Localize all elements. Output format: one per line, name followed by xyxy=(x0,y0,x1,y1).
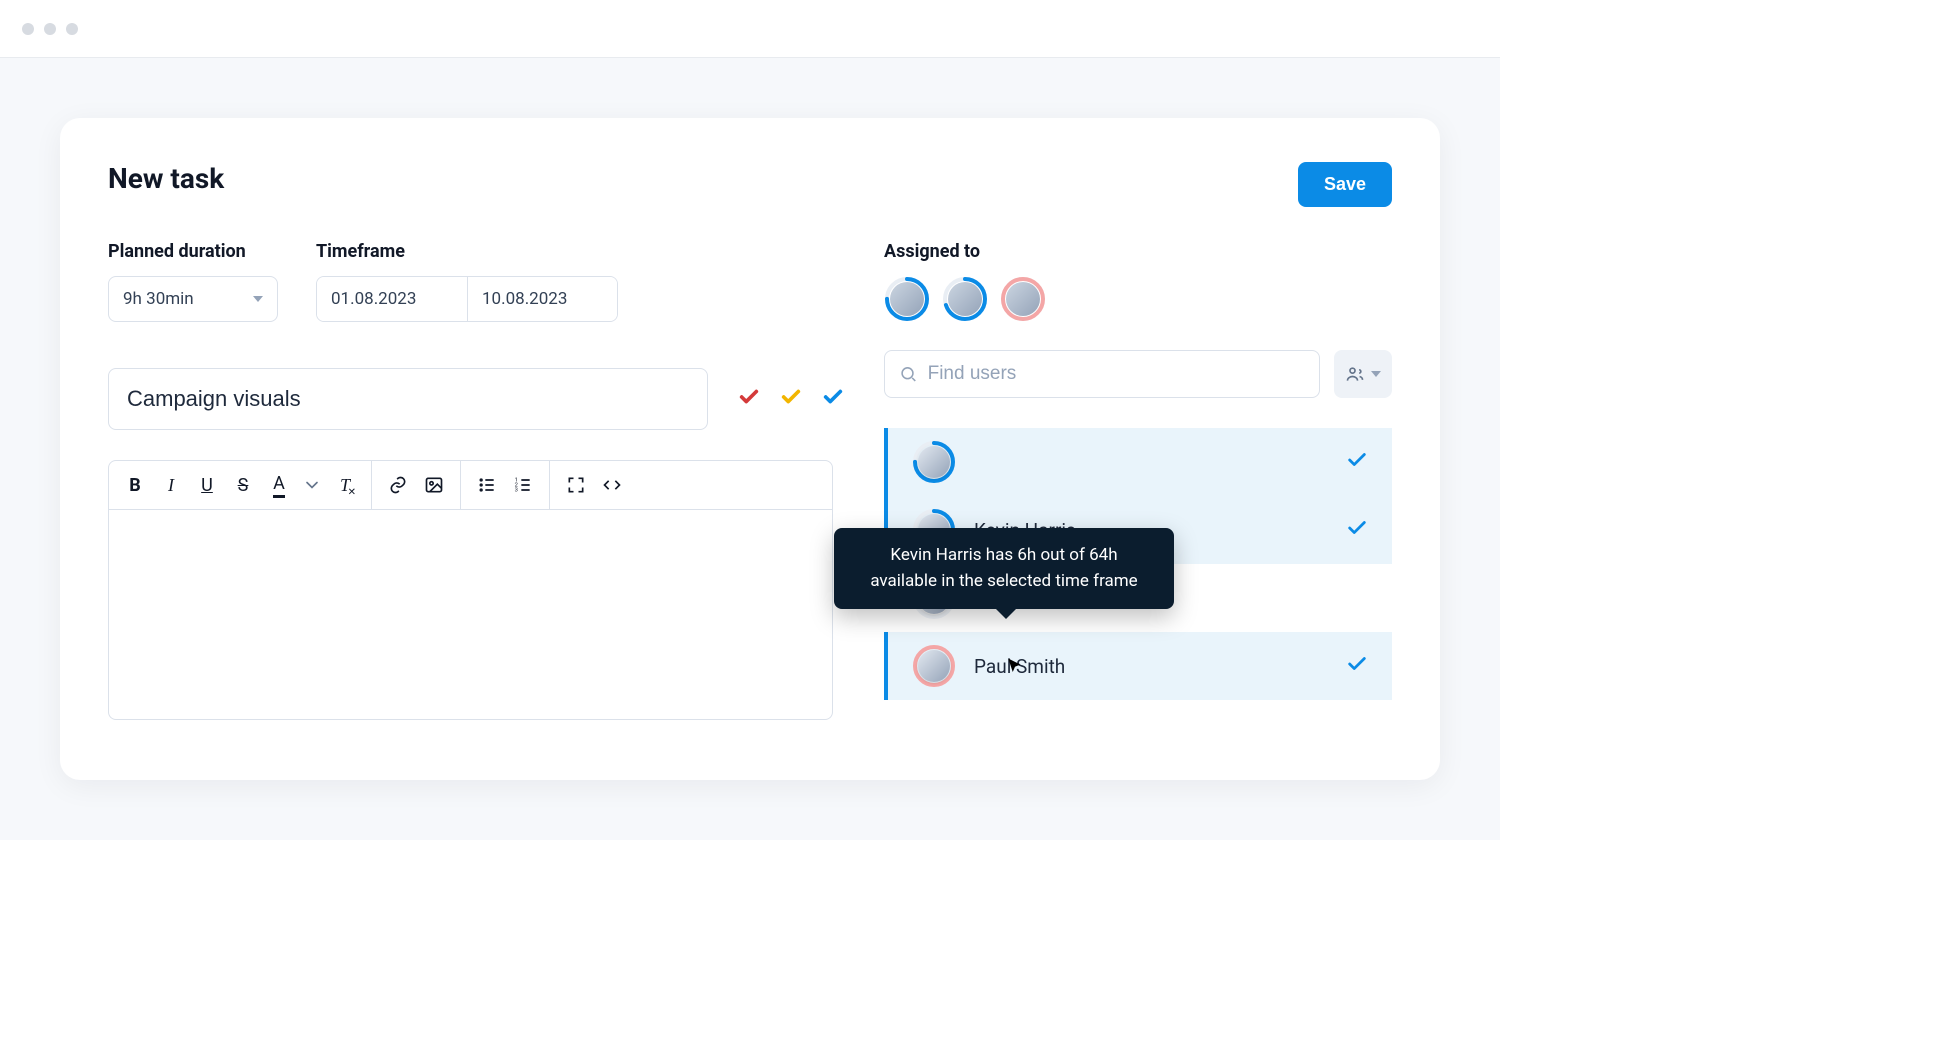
timeframe-end-input[interactable]: 10.08.2023 xyxy=(467,277,617,321)
priority-check-yellow-icon[interactable] xyxy=(780,386,802,412)
priority-check-row xyxy=(738,386,844,412)
user-row[interactable]: Paul Smith xyxy=(884,632,1392,700)
traffic-dot-close-icon xyxy=(22,23,34,35)
number-list-button[interactable]: 123 xyxy=(505,467,541,503)
assigned-avatar[interactable] xyxy=(1000,276,1046,322)
timeframe-group: 01.08.2023 10.08.2023 xyxy=(316,276,618,322)
chevron-down-icon xyxy=(253,296,263,302)
browser-frame: New task Save Planned duration 9h 30min xyxy=(0,0,1500,840)
card-header: New task Save xyxy=(108,162,1392,207)
priority-check-red-icon[interactable] xyxy=(738,386,760,412)
main-row: Planned duration 9h 30min Timeframe 01.0… xyxy=(108,241,1392,720)
assigned-to-label: Assigned to xyxy=(884,241,1392,262)
find-users-row xyxy=(884,350,1392,398)
bullet-list-button[interactable] xyxy=(469,467,505,503)
assigned-avatar[interactable] xyxy=(942,276,988,322)
text-color-button[interactable]: A xyxy=(261,467,297,503)
availability-tooltip: Kevin Harris has 6h out of 64h available… xyxy=(834,528,1174,609)
traffic-dot-max-icon xyxy=(66,23,78,35)
chevron-down-icon xyxy=(1371,371,1381,377)
priority-check-blue-icon[interactable] xyxy=(822,386,844,412)
editor-textarea[interactable] xyxy=(108,510,833,720)
check-icon xyxy=(1346,517,1368,543)
image-button[interactable] xyxy=(416,467,452,503)
editor-toolbar: B I U S A T✕ xyxy=(108,460,833,510)
save-button[interactable]: Save xyxy=(1298,162,1392,207)
browser-chrome-bar xyxy=(0,0,1500,58)
user-row[interactable] xyxy=(884,428,1392,496)
svg-text:3: 3 xyxy=(515,488,518,494)
right-column: Assigned to xyxy=(884,241,1392,720)
underline-button[interactable]: U xyxy=(189,467,225,503)
user-avatar xyxy=(912,644,956,688)
timeframe-start-input[interactable]: 01.08.2023 xyxy=(317,277,467,321)
page-title: New task xyxy=(108,162,224,195)
avatar xyxy=(890,282,924,316)
search-icon xyxy=(899,364,918,384)
left-column: Planned duration 9h 30min Timeframe 01.0… xyxy=(108,241,844,720)
avatar xyxy=(948,282,982,316)
avatar xyxy=(918,446,950,478)
assigned-avatar[interactable] xyxy=(884,276,930,322)
user-avatar xyxy=(912,440,956,484)
link-button[interactable] xyxy=(380,467,416,503)
people-icon xyxy=(1345,364,1365,384)
bold-button[interactable]: B xyxy=(117,467,153,503)
find-users-input-wrap[interactable] xyxy=(884,350,1320,398)
task-name-row xyxy=(108,368,844,430)
strike-button[interactable]: S xyxy=(225,467,261,503)
check-icon xyxy=(1346,653,1368,679)
user-filter-button[interactable] xyxy=(1334,350,1392,398)
task-name-input[interactable] xyxy=(108,368,708,430)
timeframe-field: Timeframe 01.08.2023 10.08.2023 xyxy=(316,241,618,322)
page-canvas: New task Save Planned duration 9h 30min xyxy=(0,58,1500,840)
clear-format-button[interactable]: T✕ xyxy=(327,467,363,503)
planned-duration-field: Planned duration 9h 30min xyxy=(108,241,278,322)
italic-button[interactable]: I xyxy=(153,467,189,503)
expand-button[interactable] xyxy=(558,467,594,503)
assigned-avatars-row xyxy=(884,276,1392,322)
timeframe-label: Timeframe xyxy=(316,241,618,262)
find-users-input[interactable] xyxy=(928,363,1305,385)
text-color-more-icon[interactable] xyxy=(297,467,327,503)
code-button[interactable] xyxy=(594,467,630,503)
planned-duration-value: 9h 30min xyxy=(123,289,194,309)
planned-duration-select[interactable]: 9h 30min xyxy=(108,276,278,322)
planned-duration-label: Planned duration xyxy=(108,241,278,262)
check-icon xyxy=(1346,449,1368,475)
new-task-card: New task Save Planned duration 9h 30min xyxy=(60,118,1440,780)
user-name: Paul Smith xyxy=(974,655,1328,678)
top-fields: Planned duration 9h 30min Timeframe 01.0… xyxy=(108,241,844,322)
avatar xyxy=(918,650,950,682)
avatar xyxy=(1006,282,1040,316)
traffic-dot-min-icon xyxy=(44,23,56,35)
